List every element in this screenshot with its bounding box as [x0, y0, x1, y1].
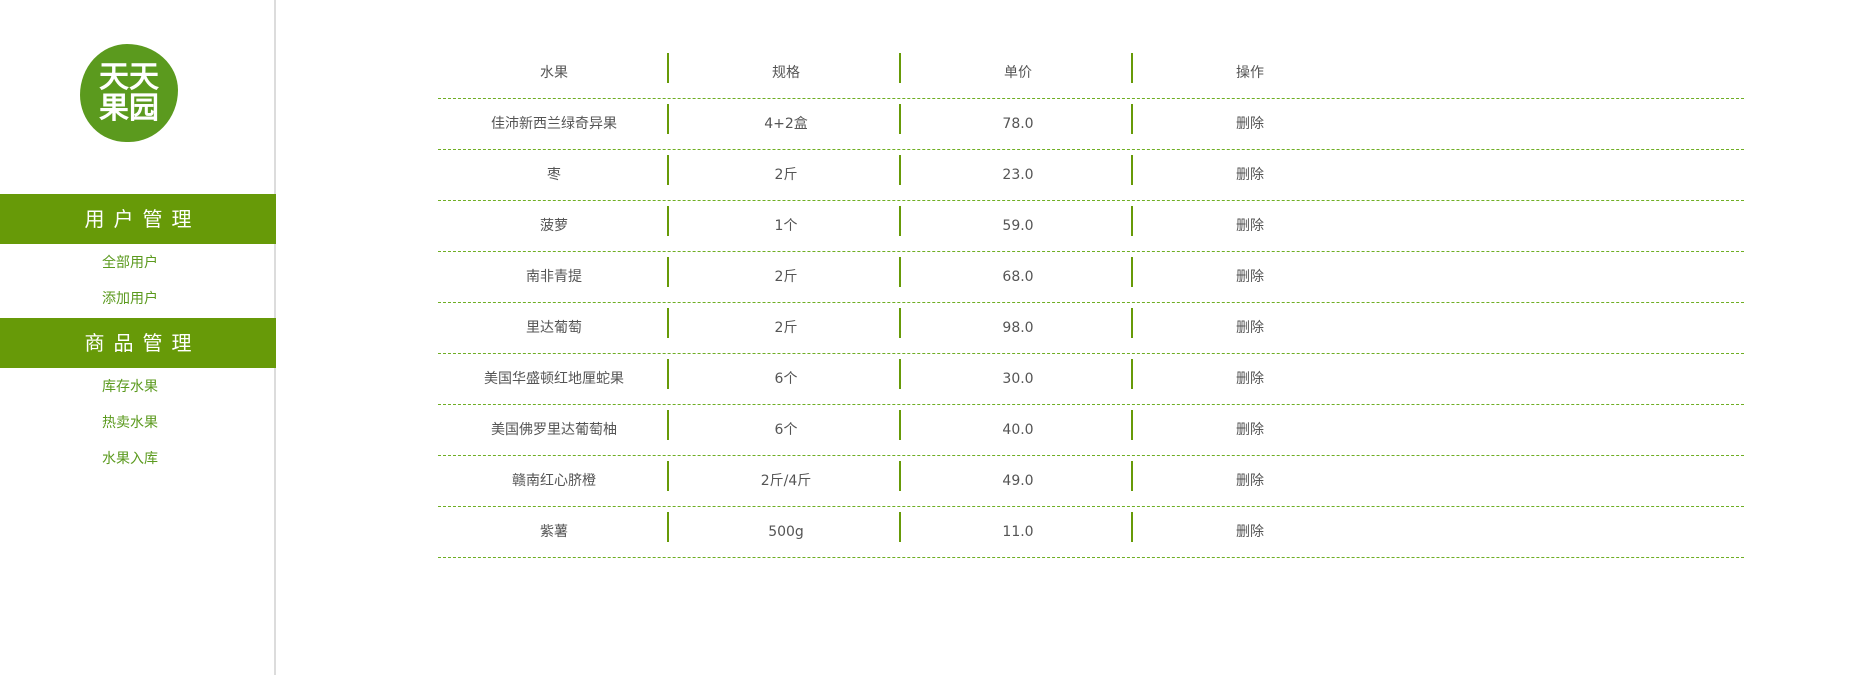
fruit-name: 赣南红心脐橙	[512, 473, 596, 489]
delete-button[interactable]: 删除	[1134, 99, 1366, 149]
delete-button[interactable]: 删除	[1134, 354, 1366, 404]
header-fruit: 水果	[540, 65, 568, 81]
column-divider	[1131, 461, 1133, 491]
sidebar-item-hot-fruit[interactable]: 热卖水果	[0, 413, 260, 433]
sidebar-item-fruit-inbound[interactable]: 水果入库	[0, 449, 260, 469]
sidebar: 天天果园 用户管理 全部用户 添加用户 商品管理 库存水果 热卖水果 水果入库	[0, 0, 276, 675]
fruit-spec: 1个	[774, 218, 798, 234]
column-divider	[899, 410, 901, 440]
column-divider	[899, 53, 901, 83]
column-divider	[1131, 53, 1133, 83]
fruit-spec: 2斤	[774, 269, 798, 285]
delete-button[interactable]: 删除	[1134, 201, 1366, 251]
fruit-spec: 500g	[768, 524, 804, 540]
fruit-price: 40.0	[1002, 422, 1034, 438]
table-row: 南非青提 2斤 68.0 删除	[438, 252, 1744, 303]
fruit-name: 枣	[547, 167, 561, 183]
column-divider	[899, 461, 901, 491]
fruit-spec: 6个	[774, 422, 798, 438]
table-row: 紫薯 500g 11.0 删除	[438, 507, 1744, 558]
fruit-name: 佳沛新西兰绿奇异果	[491, 116, 617, 132]
column-divider	[1131, 206, 1133, 236]
fruit-name: 美国华盛顿红地厘蛇果	[484, 371, 624, 387]
fruit-price: 78.0	[1002, 116, 1034, 132]
fruit-spec: 4+2盒	[764, 116, 808, 132]
table-header-row: 水果 规格 单价 操作	[438, 48, 1744, 99]
fruit-name: 里达葡萄	[526, 320, 582, 336]
delete-button[interactable]: 删除	[1134, 405, 1366, 455]
column-divider	[899, 512, 901, 542]
header-spec: 规格	[772, 65, 800, 81]
fruit-price: 23.0	[1002, 167, 1034, 183]
column-divider	[667, 206, 669, 236]
sidebar-item-add-user[interactable]: 添加用户	[0, 289, 260, 309]
table-row: 赣南红心脐橙 2斤/4斤 49.0 删除	[438, 456, 1744, 507]
fruit-spec: 2斤	[774, 320, 798, 336]
fruit-price: 49.0	[1002, 473, 1034, 489]
column-divider	[899, 308, 901, 338]
section-product-management[interactable]: 商品管理	[0, 318, 276, 368]
table-row: 佳沛新西兰绿奇异果 4+2盒 78.0 删除	[438, 99, 1744, 150]
delete-button[interactable]: 删除	[1134, 507, 1366, 557]
column-divider	[667, 155, 669, 185]
column-divider	[1131, 512, 1133, 542]
sidebar-item-stock-fruit[interactable]: 库存水果	[0, 377, 260, 397]
delete-button[interactable]: 删除	[1134, 303, 1366, 353]
fruit-price: 59.0	[1002, 218, 1034, 234]
column-divider	[667, 104, 669, 134]
header-price: 单价	[1004, 65, 1032, 81]
column-divider	[899, 155, 901, 185]
column-divider	[667, 512, 669, 542]
fruit-price: 68.0	[1002, 269, 1034, 285]
fruit-spec: 6个	[774, 371, 798, 387]
column-divider	[899, 206, 901, 236]
logo: 天天果园	[80, 44, 178, 142]
fruit-spec: 2斤/4斤	[760, 473, 812, 489]
fruit-spec: 2斤	[774, 167, 798, 183]
column-divider	[667, 257, 669, 287]
column-divider	[1131, 308, 1133, 338]
fruit-name: 菠萝	[540, 218, 568, 234]
column-divider	[899, 104, 901, 134]
fruit-price: 98.0	[1002, 320, 1034, 336]
column-divider	[1131, 257, 1133, 287]
column-divider	[1131, 155, 1133, 185]
column-divider	[899, 359, 901, 389]
column-divider	[1131, 359, 1133, 389]
delete-button[interactable]: 删除	[1134, 150, 1366, 200]
column-divider	[1131, 104, 1133, 134]
column-divider	[899, 257, 901, 287]
column-divider	[667, 308, 669, 338]
delete-button[interactable]: 删除	[1134, 252, 1366, 302]
column-divider	[667, 461, 669, 491]
table-row: 里达葡萄 2斤 98.0 删除	[438, 303, 1744, 354]
fruit-price: 30.0	[1002, 371, 1034, 387]
fruit-name: 美国佛罗里达葡萄柚	[491, 422, 617, 438]
column-divider	[667, 53, 669, 83]
table-row: 菠萝 1个 59.0 删除	[438, 201, 1744, 252]
table-row: 枣 2斤 23.0 删除	[438, 150, 1744, 201]
fruit-price: 11.0	[1002, 524, 1034, 540]
logo-text: 天天果园	[99, 60, 159, 126]
table-row: 美国华盛顿红地厘蛇果 6个 30.0 删除	[438, 354, 1744, 405]
fruit-table: 水果 规格 单价 操作 佳沛新西兰绿奇异果 4+2盒 78.0 删除 枣 2斤 …	[438, 48, 1744, 558]
column-divider	[1131, 410, 1133, 440]
header-action: 操作	[1236, 65, 1264, 81]
section-user-management[interactable]: 用户管理	[0, 194, 276, 244]
column-divider	[667, 410, 669, 440]
sidebar-item-all-users[interactable]: 全部用户	[0, 253, 260, 273]
column-divider	[667, 359, 669, 389]
delete-button[interactable]: 删除	[1134, 456, 1366, 506]
fruit-name: 紫薯	[540, 524, 568, 540]
fruit-name: 南非青提	[526, 269, 582, 285]
table-row: 美国佛罗里达葡萄柚 6个 40.0 删除	[438, 405, 1744, 456]
